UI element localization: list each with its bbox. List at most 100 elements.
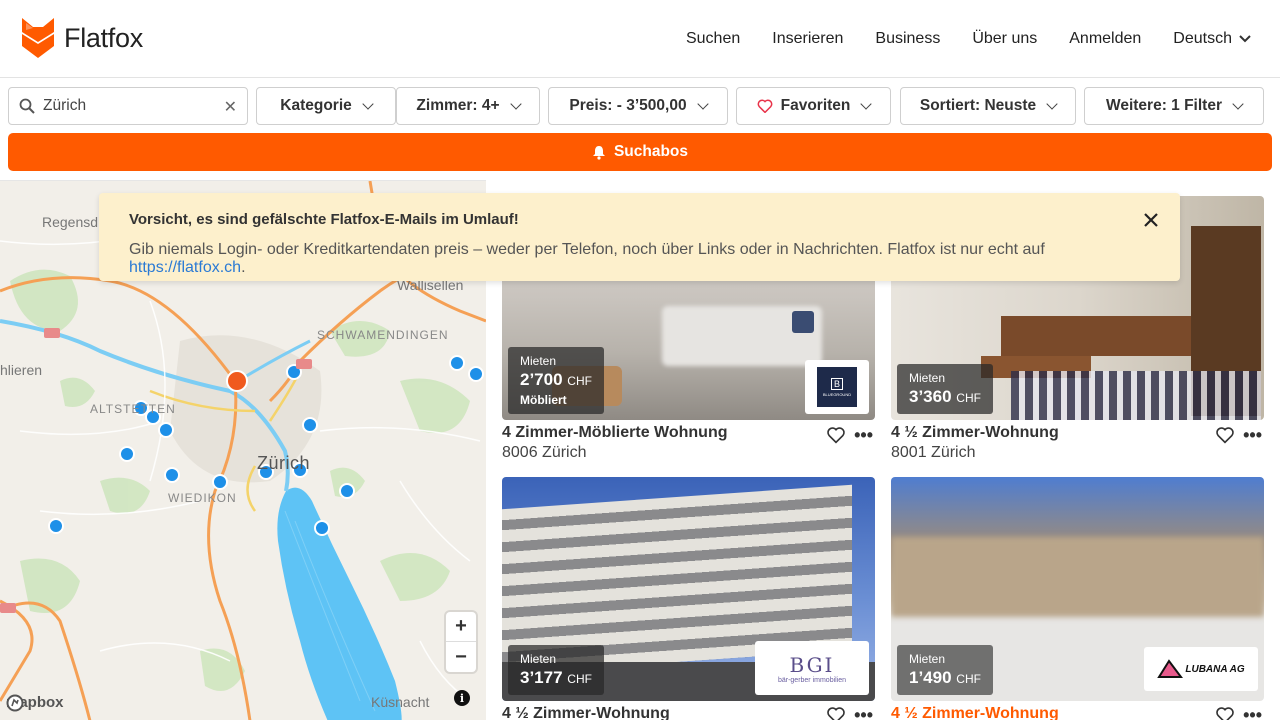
price-filter[interactable]: Preis: - 3’500,00 (548, 87, 728, 125)
search-icon (19, 98, 35, 114)
zoom-in-button[interactable]: + (446, 612, 476, 642)
mapbox-logo-icon (6, 694, 24, 712)
listing-actions: ••• (1215, 426, 1262, 444)
price-label: Preis: - 3’500,00 (569, 97, 687, 114)
more-options-icon[interactable]: ••• (854, 426, 873, 444)
more-filters-label: Weitere: 1 Filter (1105, 97, 1222, 114)
listing-title[interactable]: 4 ½ Zimmer-Wohnung (891, 424, 1264, 442)
language-select[interactable]: Deutsch (1173, 30, 1252, 48)
price-tag: Mieten 1’490 CHF (897, 645, 993, 695)
listing-price: 3’177 CHF (520, 668, 592, 688)
suchabos-button[interactable]: Suchabos (8, 133, 1272, 171)
zoom-out-button[interactable]: − (446, 642, 476, 672)
sort-label: Sortiert: Neuste (919, 97, 1037, 114)
bell-icon (592, 145, 605, 160)
clear-icon[interactable]: ✕ (224, 97, 237, 117)
alert-title: Vorsicht, es sind gefälschte Flatfox-E-M… (129, 211, 519, 228)
nav-business[interactable]: Business (875, 30, 940, 48)
more-options-icon[interactable]: ••• (1243, 706, 1262, 720)
suchabos-label: Suchabos (613, 143, 689, 160)
heart-icon[interactable] (826, 426, 846, 444)
zoom-controls: + − (446, 612, 476, 672)
alert-link[interactable]: https://flatfox.ch (129, 259, 241, 276)
price-currency: CHF (956, 391, 981, 405)
listing-price: 3’360 CHF (909, 387, 981, 407)
close-icon[interactable] (1142, 211, 1160, 229)
heart-icon (757, 99, 773, 113)
more-options-icon[interactable]: ••• (1243, 426, 1262, 444)
mapbox-attribution[interactable]: mapbox (6, 694, 64, 712)
info-icon[interactable]: i (454, 690, 470, 706)
nav-inserieren[interactable]: Inserieren (772, 30, 843, 48)
fox-logo-icon (22, 18, 54, 58)
price-currency: CHF (567, 374, 592, 388)
listing-title[interactable]: 4 ½ Zimmer-Wohnung (502, 705, 875, 720)
heart-icon[interactable] (1215, 426, 1235, 444)
price-tag: Mieten 3’177 CHF (508, 645, 604, 695)
price-value: 3’177 (520, 668, 563, 687)
listing-card[interactable]: Mieten 1’490 CHF LUBANA AG 4 ½ Zimmer-Wo… (891, 477, 1264, 720)
header: Flatfox Suchen Inserieren Business Über … (0, 0, 1280, 78)
listing-price: 2’700 CHF (520, 370, 592, 390)
search-input[interactable]: Zürich ✕ (8, 87, 248, 125)
map-label-schwamendingen: SCHWAMENDINGEN (317, 328, 449, 342)
category-filter[interactable]: Kategorie (256, 87, 396, 125)
listing-title[interactable]: 4 ½ Zimmer-Wohnung (891, 705, 1264, 720)
listing-actions: ••• (826, 706, 873, 720)
map-label-zurich: Zürich (257, 453, 311, 473)
agency-logo[interactable]: LUBANA AG (1144, 647, 1258, 691)
more-options-icon[interactable]: ••• (854, 706, 873, 720)
price-currency: CHF (956, 672, 981, 686)
favorites-label: Favoriten (780, 97, 851, 114)
listing-address: 8001 Zürich (891, 444, 976, 461)
listing-price: 1’490 CHF (909, 668, 981, 688)
map-label-wiedikon: WIEDIKON (168, 491, 237, 505)
agency-subtitle: bär-gerber immobilien (777, 676, 847, 684)
listing-type: Mieten (520, 354, 557, 368)
listing-card[interactable]: Mieten 3’177 CHF BGI bär-gerber immobili… (502, 477, 875, 720)
chevron-down-icon (509, 98, 522, 110)
agency-name: BGI (789, 652, 835, 677)
chevron-down-icon (1046, 98, 1058, 110)
agency-name: LUBANA AG (1185, 663, 1245, 675)
alert-message-end: . (241, 259, 246, 276)
logo[interactable]: Flatfox (22, 18, 143, 58)
listing-image[interactable]: Mieten 1’490 CHF LUBANA AG (891, 477, 1264, 701)
price-tag: Mieten 2’700 CHF Möbliert (508, 347, 604, 414)
listing-actions: ••• (1215, 706, 1262, 720)
listing-image[interactable]: Mieten 3’177 CHF BGI bär-gerber immobili… (502, 477, 875, 701)
favorites-filter[interactable]: Favoriten (736, 87, 891, 125)
nav-anmelden[interactable]: Anmelden (1069, 30, 1141, 48)
more-filters[interactable]: Weitere: 1 Filter (1084, 87, 1264, 125)
alert-text: Gib niemals Login- oder Kreditkartendate… (129, 241, 1150, 277)
price-tag: Mieten 3’360 CHF (897, 364, 993, 414)
rooms-label: Zimmer: 4+ (416, 97, 500, 114)
map-label-regensdorf: Regensd (42, 214, 99, 230)
listing-type: Mieten (909, 652, 946, 666)
chevron-down-icon (362, 98, 374, 110)
map-label-schlieren: hlieren (0, 362, 43, 378)
heart-icon[interactable] (1215, 706, 1235, 720)
agency-logo[interactable]: B BLUEGROUND (805, 360, 869, 414)
rooms-filter[interactable]: Zimmer: 4+ (396, 87, 540, 125)
nav-suchen[interactable]: Suchen (686, 30, 740, 48)
alert-message: Gib niemals Login- oder Kreditkartendate… (129, 241, 1045, 258)
chevron-down-icon (1239, 35, 1251, 43)
listing-type: Mieten (520, 652, 557, 666)
sort-filter[interactable]: Sortiert: Neuste (900, 87, 1076, 125)
main-nav: Suchen Inserieren Business Über uns Anme… (686, 0, 1252, 78)
price-value: 3’360 (909, 387, 952, 406)
map-label-altstetten: ALTSTETTEN (90, 402, 176, 416)
heart-icon[interactable] (826, 706, 846, 720)
category-label: Kategorie (280, 97, 352, 114)
chevron-down-icon (696, 98, 709, 110)
nav-ueber-uns[interactable]: Über uns (972, 30, 1037, 48)
listing-title[interactable]: 4 Zimmer-Möblierte Wohnung (502, 424, 875, 442)
furnished-label: Möbliert (520, 393, 567, 407)
search-value: Zürich (43, 97, 87, 114)
listing-type: Mieten (909, 371, 946, 385)
agency-logo[interactable]: BGI bär-gerber immobilien (755, 641, 869, 695)
price-value: 1’490 (909, 668, 952, 687)
brand-name: Flatfox (64, 22, 143, 53)
price-currency: CHF (567, 672, 592, 686)
